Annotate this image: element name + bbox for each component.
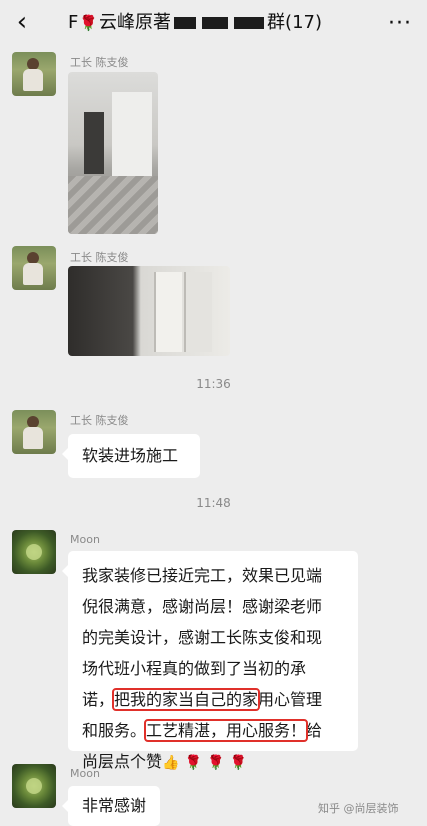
sender-name: 工长 陈支俊 bbox=[70, 251, 129, 264]
photo-detail bbox=[68, 176, 158, 234]
avatar[interactable] bbox=[12, 764, 56, 808]
highlighted-phrase: 把我的家当自己的家 bbox=[112, 688, 261, 711]
text-span: 给 bbox=[306, 721, 323, 740]
avatar[interactable] bbox=[12, 530, 56, 574]
redaction-bar bbox=[234, 17, 265, 29]
title-prefix: F bbox=[68, 12, 79, 33]
redaction-bar bbox=[174, 17, 197, 29]
sender-name: Moon bbox=[70, 767, 100, 780]
photo-detail bbox=[112, 92, 152, 182]
text-span: 诺， bbox=[82, 690, 115, 709]
timestamp: 11:36 bbox=[196, 377, 231, 391]
message-line: 的完美设计，感谢工长陈支俊和现 bbox=[82, 628, 323, 647]
timestamp: 11:48 bbox=[196, 496, 231, 510]
more-dots-icon[interactable]: ··· bbox=[387, 10, 413, 36]
watermark: 知乎 @尚层装饰 bbox=[318, 802, 399, 815]
photo-detail bbox=[84, 112, 104, 174]
message-photo[interactable] bbox=[68, 266, 230, 356]
highlighted-phrase: 工艺精湛，用心服务！ bbox=[144, 719, 309, 742]
text-span: 和服务。 bbox=[82, 721, 147, 740]
message-line: 和服务。工艺精湛，用心服务！给 bbox=[82, 715, 346, 746]
message-line: 场代班小程真的做到了当初的承 bbox=[82, 659, 307, 678]
sender-name: 工长 陈支俊 bbox=[70, 56, 129, 69]
rose-icon: 🌹 bbox=[207, 755, 225, 771]
rose-icon: 🌹 bbox=[229, 755, 248, 771]
photo-detail bbox=[154, 272, 182, 352]
thumbs-up-icon: 👍 bbox=[162, 755, 180, 771]
message-bubble[interactable]: 我家装修已接近完工，效果已见端 倪很满意，感谢尚层！感谢梁老师 的完美设计，感谢… bbox=[62, 551, 358, 771]
message-bubble[interactable]: 非常感谢 bbox=[62, 786, 160, 826]
title-name: 云峰原著 bbox=[99, 12, 172, 33]
rose-icon: 🌹 bbox=[79, 14, 99, 32]
avatar[interactable] bbox=[12, 52, 56, 96]
sender-name: 工长 陈支俊 bbox=[70, 414, 129, 427]
sender-name: Moon bbox=[70, 533, 100, 546]
redaction-bar bbox=[202, 17, 229, 29]
rose-icon: 🌹 bbox=[184, 755, 202, 771]
message-line: 尚层点个赞👍 🌹 🌹 🌹 bbox=[82, 746, 346, 779]
message-bubble[interactable]: 软装进场施工 bbox=[62, 434, 200, 478]
message-line: 诺，把我的家当自己的家用心管理 bbox=[82, 684, 346, 715]
message-line: 倪很满意，感谢尚层！感谢梁老师 bbox=[82, 597, 323, 616]
member-count: 群(17) bbox=[267, 12, 322, 33]
back-chevron-icon[interactable]: ‹ bbox=[10, 9, 34, 35]
message-line: 我家装修已接近完工，效果已见端 bbox=[82, 566, 323, 585]
avatar[interactable] bbox=[12, 246, 56, 290]
message-photo[interactable] bbox=[68, 72, 158, 234]
photo-detail bbox=[184, 272, 212, 352]
avatar[interactable] bbox=[12, 410, 56, 454]
text-span: 用心管理 bbox=[258, 690, 323, 709]
chat-header: ‹ F 🌹 云峰原著 群(17) ··· bbox=[0, 0, 427, 46]
chat-title: F 🌹 云峰原著 群(17) bbox=[68, 10, 322, 36]
